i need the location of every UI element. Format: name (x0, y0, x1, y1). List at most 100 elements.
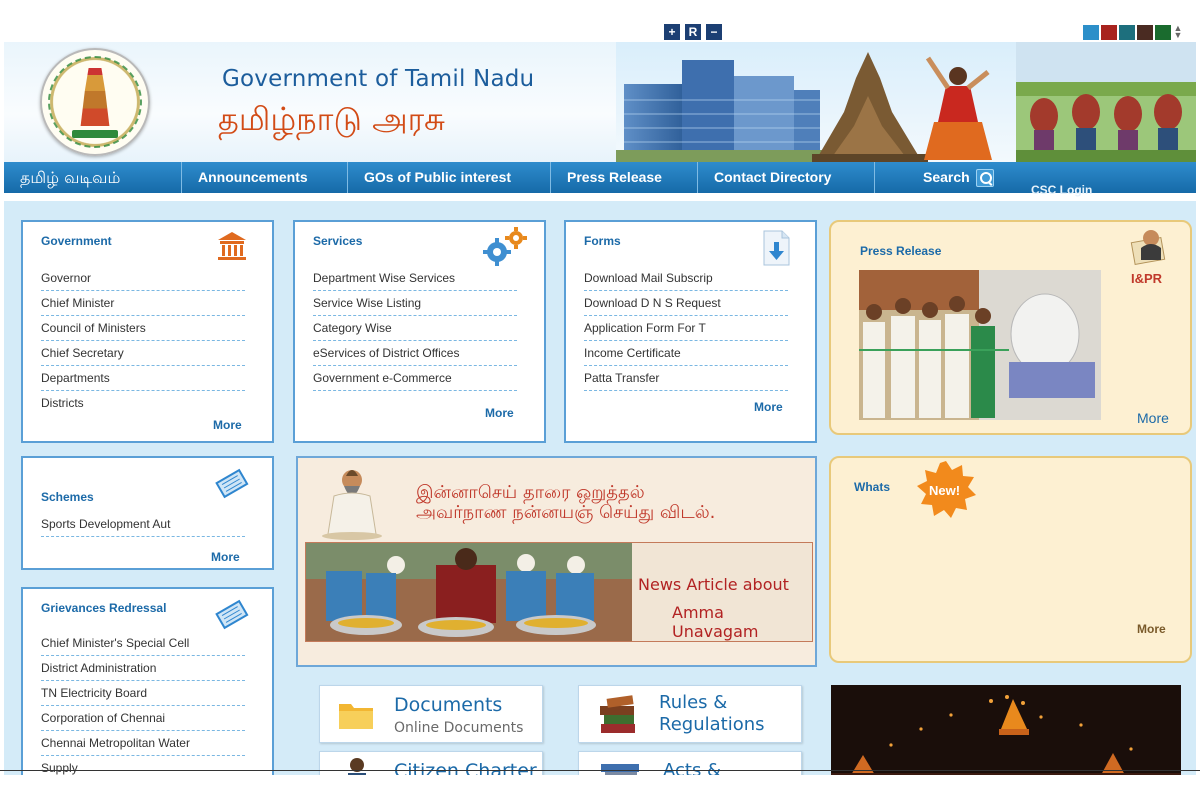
theme-color-switcher: ▲ ▼ (1083, 24, 1183, 40)
services-link-ecommerce[interactable]: Government e-Commerce (313, 366, 517, 391)
whats-new-title: Whats (854, 480, 890, 494)
theme-spinner-icon[interactable]: ▲ ▼ (1173, 24, 1183, 40)
forms-link-application-form[interactable]: Application Form For T (584, 316, 788, 341)
forms-link-dns-request[interactable]: Download D N S Request (584, 291, 788, 316)
government-link-chief-minister[interactable]: Chief Minister (41, 291, 245, 316)
press-release-panel: Press Release I&PR More (829, 220, 1192, 435)
site-header: Government of Tamil Nadu தமிழ்நாடு அரசு (4, 42, 1196, 162)
rules-regulations-tile[interactable]: Rules & Regulations (578, 685, 802, 743)
theme-swatch-green[interactable] (1155, 25, 1171, 40)
font-decrease-button[interactable]: − (706, 24, 722, 40)
feature-banner: இன்னாசெய் தாரை ஒறுத்தல் அவர்நாண நன்னயஞ் … (296, 456, 817, 667)
kural-line-2: அவர்நாண நன்னயஞ் செய்து விடல். (416, 502, 716, 523)
nav-press-release[interactable]: Press Release (551, 162, 698, 193)
forms-links: Download Mail Subscrip Download D N S Re… (584, 266, 788, 391)
schemes-link-sports-development[interactable]: Sports Development Aut (41, 512, 245, 537)
ipr-label: I&PR (1131, 271, 1163, 286)
news-article-card[interactable]: News Article about Amma Unavagam (305, 542, 813, 642)
government-title: Government (41, 234, 112, 248)
grievances-book-icon (215, 599, 249, 630)
theme-swatch-teal[interactable] (1119, 25, 1135, 40)
acts-tile[interactable]: Acts & (578, 751, 802, 775)
grievances-link-chennai-metro-water[interactable]: Chennai Metropolitan Water (41, 731, 245, 756)
whats-new-panel: Whats New! More (829, 456, 1192, 663)
nav-announcements[interactable]: Announcements (182, 162, 348, 193)
press-release-photo[interactable] (859, 270, 1101, 420)
services-link-category-wise[interactable]: Category Wise (313, 316, 517, 341)
documents-title: Documents (394, 694, 503, 716)
new-badge-label: New! (929, 483, 961, 498)
services-links: Department Wise Services Service Wise Li… (313, 266, 517, 391)
nav-contact-directory[interactable]: Contact Directory (698, 162, 875, 193)
services-gears-icon (483, 227, 527, 266)
books-icon (600, 695, 635, 733)
government-link-chief-secretary[interactable]: Chief Secretary (41, 341, 245, 366)
services-link-district-eservices[interactable]: eServices of District Offices (313, 341, 517, 366)
site-title-english: Government of Tamil Nadu (222, 66, 535, 92)
theme-swatch-red[interactable] (1101, 25, 1117, 40)
documents-tile[interactable]: Documents Online Documents (319, 685, 543, 743)
grievances-link-corporation-chennai[interactable]: Corporation of Chennai (41, 706, 245, 731)
folder-icon (339, 704, 373, 729)
font-reset-button[interactable]: R (685, 24, 701, 40)
theme-swatch-brown[interactable] (1137, 25, 1153, 40)
forms-title: Forms (584, 234, 621, 248)
schemes-more-link[interactable]: More (211, 550, 240, 564)
csc-login-link[interactable]: CSC Login (1031, 183, 1092, 197)
schemes-title: Schemes (41, 490, 94, 504)
top-utility-strip: + R − ▲ ▼ (0, 0, 1200, 42)
forms-link-patta-transfer[interactable]: Patta Transfer (584, 366, 788, 391)
theme-swatch-blue[interactable] (1083, 25, 1099, 40)
forms-link-mail-subscription[interactable]: Download Mail Subscrip (584, 266, 788, 291)
grievances-link-district-admin[interactable]: District Administration (41, 656, 245, 681)
header-banner-image (616, 42, 1196, 162)
schemes-book-icon (215, 468, 249, 499)
nav-tamil-version[interactable]: தமிழ் வடிவம் (4, 162, 182, 193)
government-link-departments[interactable]: Departments (41, 366, 245, 391)
font-size-controls: + R − (664, 24, 722, 40)
forms-more-link[interactable]: More (754, 400, 783, 414)
grievances-panel: Grievances Redressal Chief Minister's Sp… (21, 587, 274, 775)
government-panel: Government Governor Chief Minister Counc… (21, 220, 274, 443)
press-release-title: Press Release (860, 244, 942, 258)
schemes-panel: Schemes Sports Development Aut More (21, 456, 274, 570)
citizen-charter-title: Citizen Charter (394, 760, 537, 775)
amma-unavagam-photo (306, 543, 632, 641)
font-increase-button[interactable]: + (664, 24, 680, 40)
forms-link-income-certificate[interactable]: Income Certificate (584, 341, 788, 366)
government-building-icon (218, 232, 246, 260)
services-more-link[interactable]: More (485, 406, 514, 420)
government-link-governor[interactable]: Governor (41, 266, 245, 291)
news-article-title: News Article about (638, 575, 789, 594)
government-more-link[interactable]: More (213, 418, 242, 432)
citizen-charter-tile[interactable]: Citizen Charter (319, 751, 543, 775)
grievances-link-tneb[interactable]: TN Electricity Board (41, 681, 245, 706)
main-navigation: தமிழ் வடிவம் Announcements GOs of Public… (4, 162, 1196, 193)
government-link-districts[interactable]: Districts (41, 391, 245, 416)
grievances-title: Grievances Redressal (41, 601, 167, 615)
documents-subtitle: Online Documents (394, 720, 524, 736)
whats-new-more-link[interactable]: More (1137, 622, 1166, 636)
government-links: Governor Chief Minister Council of Minis… (41, 266, 245, 416)
temple-night-photo[interactable] (831, 685, 1181, 775)
tamil-nadu-emblem-logo[interactable] (40, 48, 150, 156)
main-content: Government Governor Chief Minister Counc… (4, 201, 1196, 775)
services-title: Services (313, 234, 363, 248)
search-label: Search (923, 169, 970, 185)
thiruvalluvar-illustration (322, 470, 382, 540)
nav-gos-public-interest[interactable]: GOs of Public interest (348, 162, 551, 193)
services-link-department-wise[interactable]: Department Wise Services (313, 266, 517, 291)
services-link-service-wise[interactable]: Service Wise Listing (313, 291, 517, 316)
site-title-tamil: தமிழ்நாடு அரசு (218, 100, 446, 138)
services-panel: Services Department Wise Services Servic… (293, 220, 546, 443)
schemes-links: Sports Development Aut (41, 512, 245, 537)
search-icon[interactable] (975, 168, 994, 187)
page-bottom-rule (0, 770, 1200, 771)
nav-search[interactable]: Search (875, 162, 1010, 193)
grievances-link-cm-special-cell[interactable]: Chief Minister's Special Cell (41, 631, 245, 656)
grievances-link-supply[interactable]: Supply (41, 756, 245, 775)
press-release-more-link[interactable]: More (1137, 410, 1169, 426)
government-link-council[interactable]: Council of Ministers (41, 316, 245, 341)
acts-title: Acts & (663, 760, 722, 775)
acts-books-icon (601, 764, 639, 775)
